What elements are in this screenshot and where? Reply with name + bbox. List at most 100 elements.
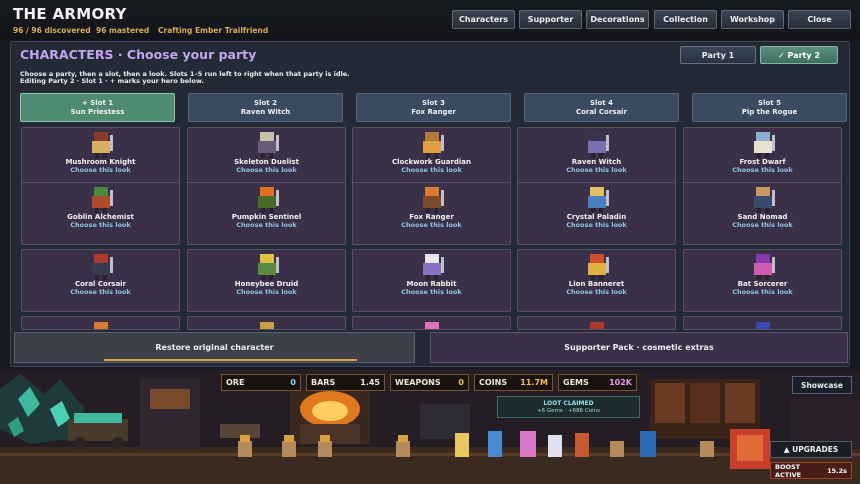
look-card[interactable]: Skeleton Duelist Choose this look (187, 127, 346, 190)
character-sprite-icon (260, 322, 274, 329)
loot-claimed-toast: LOOT CLAIMED +6 Gems · +686 Coins (497, 396, 640, 418)
character-sprite-icon (92, 187, 113, 213)
character-sprite-icon (258, 187, 279, 213)
character-sprite-icon (423, 254, 444, 280)
slot-hero-name: Fox Ranger (411, 107, 456, 116)
look-card[interactable]: Moon Rabbit Choose this look (352, 249, 511, 312)
nav-workshop-button[interactable]: Workshop (721, 10, 784, 29)
party-slot-1[interactable]: + Slot 1 Sun Priestess (20, 93, 175, 122)
nav-close-button[interactable]: Close (788, 10, 851, 29)
look-name: Crystal Paladin (566, 213, 627, 221)
slot-label: Slot 4 (590, 99, 613, 107)
look-name: Raven Witch (571, 158, 622, 166)
ore-label: ORE (226, 378, 245, 387)
choose-look-label: Choose this look (732, 288, 793, 296)
nav-supporter-button[interactable]: Supporter (519, 10, 582, 29)
slot-label: + Slot 1 (81, 99, 114, 107)
look-name: Skeleton Duelist (234, 158, 299, 166)
choose-look-label: Choose this look (236, 221, 297, 229)
look-card[interactable]: Frost Dwarf Choose this look (683, 127, 842, 190)
choose-look-label: Choose this look (732, 166, 793, 174)
bars-value: 1.45 (360, 378, 380, 387)
panel-title: CHARACTERS · Choose your party (20, 47, 257, 62)
restore-original-button[interactable]: Restore original character (14, 332, 415, 363)
bars-counter: BARS 1.45 (306, 374, 385, 391)
look-name: Goblin Alchemist (67, 213, 134, 221)
character-sprite-icon (590, 322, 604, 329)
showcase-button[interactable]: Showcase (792, 376, 852, 394)
character-sprite-icon (258, 132, 279, 158)
look-name: Mushroom Knight (65, 158, 136, 166)
party-slot-3[interactable]: Slot 3 Fox Ranger (356, 93, 511, 122)
party-1-tab[interactable]: Party 1 (680, 46, 756, 64)
character-sprite-icon (423, 132, 444, 158)
character-sprite-icon (588, 254, 609, 280)
slot-label: Slot 5 (758, 99, 781, 107)
crafting-status: Crafting Ember Trailfriend (158, 26, 269, 35)
character-sprite-icon (92, 254, 113, 280)
boost-status: BOOST ACTIVE 15.2s (770, 462, 852, 479)
restore-progress-underline (104, 359, 357, 361)
weapons-label: WEAPONS (395, 378, 441, 387)
look-card[interactable]: Coral Corsair Choose this look (21, 249, 180, 312)
look-card[interactable]: Crystal Paladin Choose this look (517, 182, 676, 245)
nav-decorations-button[interactable]: Decorations (586, 10, 649, 29)
look-name: Coral Corsair (74, 280, 127, 288)
character-sprite-icon (754, 132, 775, 158)
discovered-count: 96 / 96 discovered (13, 26, 91, 35)
look-name: Fox Ranger (409, 213, 454, 221)
character-sprite-icon (754, 254, 775, 280)
boost-timer: 15.2s (827, 466, 847, 475)
character-sprite-icon (258, 254, 279, 280)
supporter-pack-button[interactable]: Supporter Pack · cosmetic extras (430, 332, 848, 363)
look-card[interactable]: Fox Ranger Choose this look (352, 182, 511, 245)
party-2-tab[interactable]: ✓ Party 2 (760, 46, 838, 64)
look-card-partial[interactable] (517, 316, 676, 330)
coins-counter: COINS 11.7M (474, 374, 553, 391)
look-card[interactable]: Goblin Alchemist Choose this look (21, 182, 180, 245)
gems-counter: GEMS 102K (558, 374, 637, 391)
look-card-partial[interactable] (683, 316, 842, 330)
look-card[interactable]: Honeybee Druid Choose this look (187, 249, 346, 312)
look-name: Moon Rabbit (406, 280, 457, 288)
gems-label: GEMS (563, 378, 589, 387)
character-sprite-icon (92, 132, 113, 158)
party-slot-4[interactable]: Slot 4 Coral Corsair (524, 93, 679, 122)
look-card[interactable]: Pumpkin Sentinel Choose this look (187, 182, 346, 245)
app-title: THE ARMORY (13, 5, 127, 23)
look-card[interactable]: Lion Banneret Choose this look (517, 249, 676, 312)
look-name: Frost Dwarf (739, 158, 786, 166)
look-card[interactable]: Sand Nomad Choose this look (683, 182, 842, 245)
look-card-partial[interactable] (21, 316, 180, 330)
character-sprite-icon (756, 322, 770, 329)
nav-characters-button[interactable]: Characters (452, 10, 515, 29)
look-card[interactable]: Mushroom Knight Choose this look (21, 127, 180, 190)
weapons-counter: WEAPONS 0 (390, 374, 469, 391)
gems-value: 102K (609, 378, 632, 387)
boost-label: BOOST ACTIVE (775, 462, 802, 479)
upgrades-button[interactable]: ▲ UPGRADES (770, 441, 852, 458)
look-card-partial[interactable] (352, 316, 511, 330)
slot-hero-name: Sun Priestess (70, 107, 125, 116)
look-name: Honeybee Druid (234, 280, 299, 288)
ore-value: 0 (290, 378, 296, 387)
character-sprite-icon (425, 322, 439, 329)
party-slot-5[interactable]: Slot 5 Pip the Rogue (692, 93, 847, 122)
coins-label: COINS (479, 378, 508, 387)
party-slot-2[interactable]: Slot 2 Raven Witch (188, 93, 343, 122)
choose-look-label: Choose this look (566, 166, 627, 174)
restore-label: Restore original character (155, 343, 274, 352)
choose-look-label: Choose this look (70, 288, 131, 296)
nav-collection-button[interactable]: Collection (654, 10, 717, 29)
look-card-partial[interactable] (187, 316, 346, 330)
character-sprite-icon (588, 132, 609, 158)
choose-look-label: Choose this look (236, 166, 297, 174)
choose-look-label: Choose this look (401, 288, 462, 296)
loot-detail: +6 Gems · +686 Coins (537, 408, 600, 414)
coins-value: 11.7M (520, 378, 548, 387)
look-card[interactable]: Bat Sorcerer Choose this look (683, 249, 842, 312)
look-name: Pumpkin Sentinel (231, 213, 302, 221)
look-card[interactable]: Clockwork Guardian Choose this look (352, 127, 511, 190)
look-card[interactable]: Raven Witch Choose this look (517, 127, 676, 190)
choose-look-label: Choose this look (566, 221, 627, 229)
